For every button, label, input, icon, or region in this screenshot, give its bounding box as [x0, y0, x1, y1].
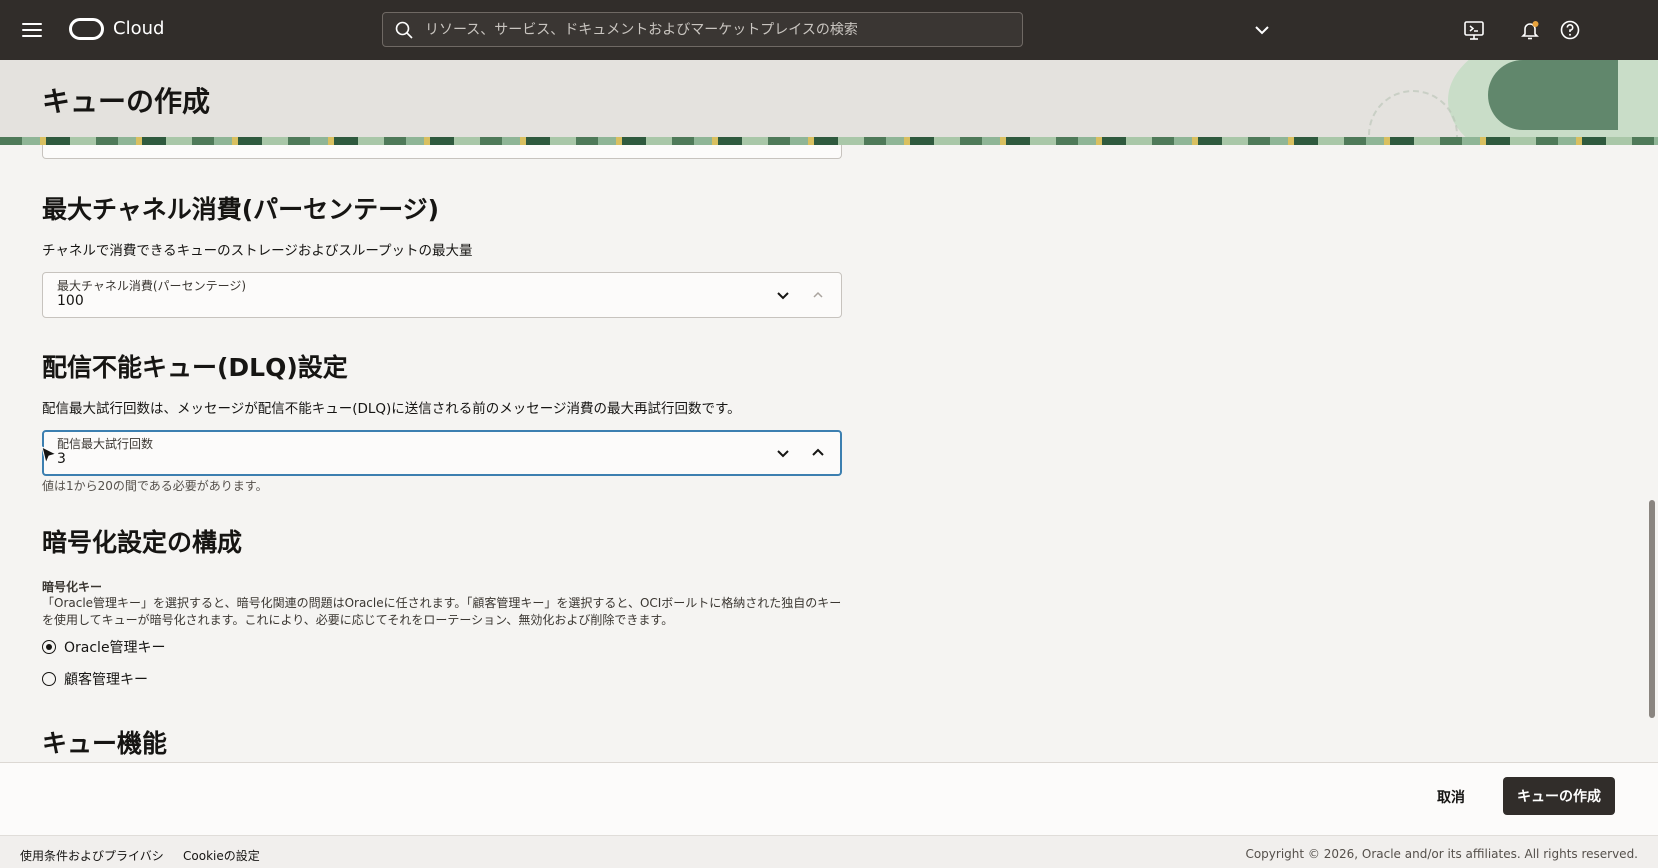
hamburger-menu-icon[interactable] [22, 20, 42, 40]
form-content: 最大チャネル消費(パーセンテージ) チャネルで消費できるキューのストレージおよび… [0, 145, 1658, 762]
terms-privacy-link[interactable]: 使用条件およびプライバシ [20, 847, 164, 864]
radio-label: Oracle管理キー [64, 640, 166, 656]
queue-features-title: キュー機能 [42, 729, 168, 758]
encryption-key-description: 「Oracle管理キー」を選択すると、暗号化関連の問題はOracleに任されます… [42, 596, 842, 627]
radio-label: 顧客管理キー [64, 672, 148, 688]
max-delivery-attempts-stepper[interactable]: 配信最大試行回数 [42, 430, 842, 476]
top-navigation-bar: Cloud [0, 0, 1658, 60]
decrement-chevron-down-icon[interactable] [775, 287, 791, 303]
radio-oracle-managed-key[interactable]: Oracle管理キー [42, 637, 166, 657]
brand-name[interactable]: Cloud [113, 18, 164, 39]
page-title: キューの作成 [42, 85, 211, 118]
encryption-settings-title: 暗号化設定の構成 [42, 528, 243, 557]
search-input[interactable] [425, 21, 985, 38]
radio-button-unchecked[interactable] [42, 672, 56, 686]
validation-hint: 値は1から20の間である必要があります。 [42, 479, 268, 493]
max-delivery-attempts-input[interactable] [57, 451, 657, 467]
notifications-bell-icon[interactable] [1519, 19, 1541, 41]
create-queue-button[interactable]: キューの作成 [1503, 777, 1615, 815]
max-channel-consumption-input[interactable] [57, 293, 657, 309]
field-label: 配信最大試行回数 [57, 437, 154, 451]
cloud-shell-icon[interactable] [1463, 19, 1485, 41]
dlq-settings-title: 配信不能キュー(DLQ)設定 [42, 353, 348, 382]
header-decorative-stripe [0, 137, 1658, 145]
max-channel-consumption-stepper[interactable]: 最大チャネル消費(パーセンテージ) [42, 272, 842, 318]
increment-chevron-up-icon[interactable] [810, 445, 826, 461]
dlq-description: 配信最大試行回数は、メッセージが配信不能キュー(DLQ)に送信される前のメッセー… [42, 401, 741, 417]
search-bar[interactable] [382, 12, 1023, 47]
encryption-key-label: 暗号化キー [42, 580, 103, 594]
region-chevron-down-icon[interactable] [1251, 19, 1273, 41]
channel-consumption-title: 最大チャネル消費(パーセンテージ) [42, 195, 440, 224]
mouse-cursor-icon [41, 446, 58, 465]
search-icon [395, 21, 413, 39]
radio-button-checked[interactable] [42, 640, 56, 654]
oracle-logo-icon[interactable] [69, 18, 104, 40]
cookie-settings-link[interactable]: Cookieの設定 [183, 847, 260, 864]
field-label: 最大チャネル消費(パーセンテージ) [57, 279, 247, 293]
radio-customer-managed-key[interactable]: 顧客管理キー [42, 669, 148, 689]
channel-consumption-description: チャネルで消費できるキューのストレージおよびスループットの最大量 [42, 243, 473, 259]
cancel-button[interactable]: 取消 [1437, 787, 1465, 807]
form-action-bar: 取消 キューの作成 [0, 762, 1658, 835]
page-header: キューの作成 [0, 60, 1658, 145]
previous-field[interactable] [42, 145, 842, 159]
decrement-chevron-down-icon[interactable] [775, 445, 791, 461]
vertical-scrollbar[interactable] [1649, 500, 1655, 718]
page-footer: 使用条件およびプライバシ Cookieの設定 Copyright © 2026,… [0, 835, 1658, 868]
help-icon[interactable] [1559, 19, 1581, 41]
increment-chevron-up-icon[interactable] [810, 287, 826, 303]
header-decoration [1488, 60, 1618, 130]
copyright-text: Copyright © 2026, Oracle and/or its affi… [1245, 847, 1638, 861]
